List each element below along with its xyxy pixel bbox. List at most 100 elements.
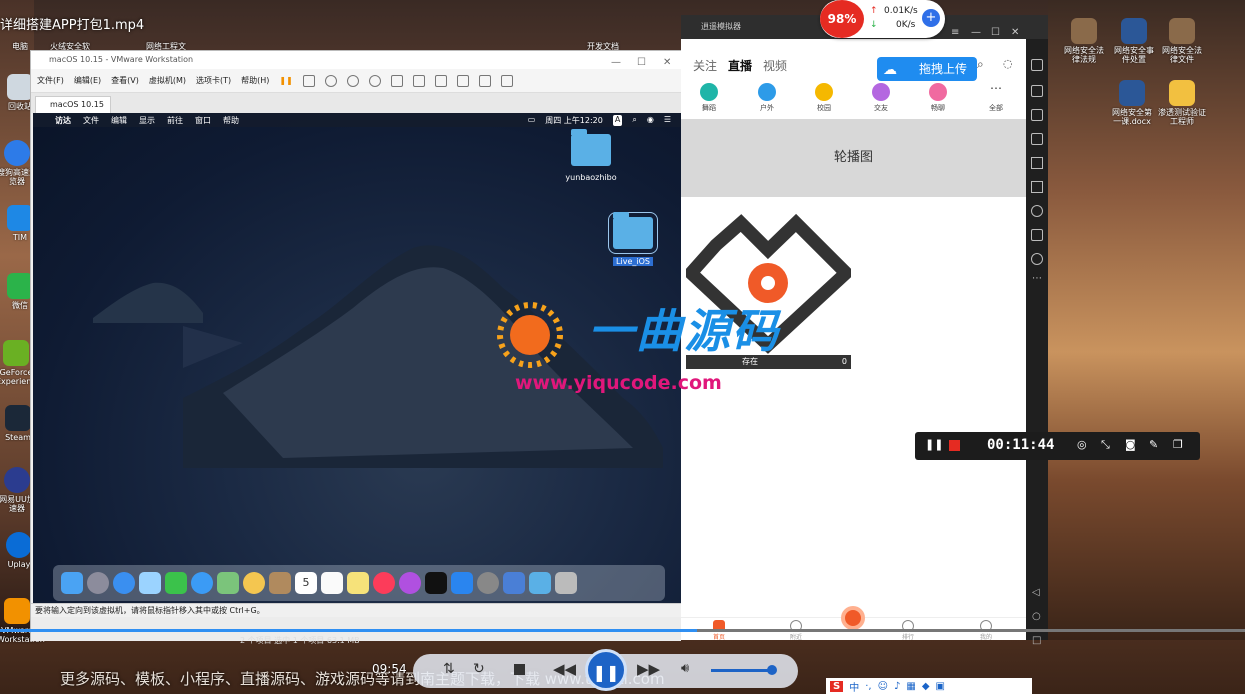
nav-golive[interactable] bbox=[833, 606, 873, 630]
tab-video[interactable]: 视频 bbox=[763, 57, 787, 74]
mac-menu-view[interactable]: 显示 bbox=[139, 115, 155, 126]
camera-icon[interactable]: ◙ bbox=[1125, 438, 1136, 451]
ime-punct-icon[interactable]: ·, bbox=[865, 681, 871, 692]
forward-icon[interactable]: ▶▶ bbox=[637, 660, 660, 678]
menu-tabs[interactable]: 选项卡(T) bbox=[196, 75, 231, 86]
folder-icon[interactable] bbox=[608, 212, 658, 254]
podcasts-icon[interactable] bbox=[399, 572, 421, 594]
ime-tools-icon[interactable]: ▣ bbox=[936, 681, 945, 692]
trash-icon[interactable] bbox=[555, 572, 577, 594]
menu-view[interactable]: 查看(V) bbox=[111, 75, 139, 86]
restore-icon[interactable] bbox=[346, 74, 359, 87]
pause-button[interactable]: ❚❚ bbox=[585, 649, 627, 691]
maps-icon[interactable] bbox=[217, 572, 239, 594]
more-icon[interactable]: ⋯ bbox=[1032, 273, 1042, 284]
volume-up-icon[interactable] bbox=[1031, 157, 1043, 169]
category-all[interactable]: ⋯ 全部 bbox=[976, 82, 1016, 113]
replay-icon[interactable]: ↻ bbox=[473, 661, 485, 677]
fullscreen-icon[interactable] bbox=[1031, 59, 1043, 71]
mac-menu-file[interactable]: 文件 bbox=[83, 115, 99, 126]
thumbnail-icon[interactable] bbox=[412, 74, 425, 87]
stretch-icon[interactable] bbox=[500, 74, 513, 87]
desktop-icon-folder[interactable]: 渗透测试验证工程师 bbox=[1158, 80, 1206, 126]
mac-menu-help[interactable]: 帮助 bbox=[223, 115, 239, 126]
safari-icon[interactable] bbox=[113, 572, 135, 594]
window-icon[interactable]: ❐ bbox=[1173, 438, 1183, 451]
mac-menu-finder[interactable]: 访达 bbox=[55, 115, 71, 126]
xcode-icon[interactable] bbox=[503, 572, 525, 594]
ime-mic-icon[interactable]: ♪ bbox=[894, 681, 900, 692]
folder-icon[interactable] bbox=[1031, 229, 1043, 241]
message-icon[interactable]: ◌ bbox=[1003, 57, 1013, 70]
launchpad-icon[interactable] bbox=[87, 572, 109, 594]
location-icon[interactable] bbox=[1031, 205, 1043, 217]
category-chat[interactable]: 畅聊 bbox=[918, 83, 958, 113]
manage-icon[interactable] bbox=[368, 74, 381, 87]
menu-edit[interactable]: 编辑(E) bbox=[74, 75, 101, 86]
recents-icon[interactable]: □ bbox=[1032, 635, 1041, 646]
apk-icon[interactable] bbox=[1031, 109, 1043, 121]
volume-icon[interactable]: 🔊︎ bbox=[681, 661, 689, 676]
stop-icon[interactable] bbox=[514, 664, 525, 675]
music-icon[interactable] bbox=[373, 572, 395, 594]
airplay-icon[interactable]: ▭ bbox=[528, 115, 536, 126]
desktop-icon-doc2[interactable]: 网络安全事件处置 bbox=[1112, 18, 1156, 64]
mac-menu-window[interactable]: 窗口 bbox=[195, 115, 211, 126]
sogou-icon[interactable]: S bbox=[830, 680, 844, 692]
sidebar-icon[interactable] bbox=[390, 74, 403, 87]
desktop-icon-word[interactable]: 网络安全第一课.docx bbox=[1110, 80, 1154, 126]
volume-down-icon[interactable] bbox=[1031, 181, 1043, 193]
stop-icon[interactable] bbox=[949, 440, 960, 451]
upload-button[interactable]: ☁ 拖拽上传 bbox=[877, 57, 977, 81]
category-dance[interactable]: 舞蹈 bbox=[689, 83, 729, 113]
category-outdoor[interactable]: 户外 bbox=[747, 83, 787, 113]
reminders-icon[interactable] bbox=[321, 572, 343, 594]
macos-screen[interactable]: 访达 文件 编辑 显示 前往 窗口 帮助 ▭ 周四 上午12:20 A ⌕ ◉ … bbox=[33, 113, 681, 603]
back-icon[interactable]: ◁ bbox=[1032, 587, 1040, 598]
siri-icon[interactable]: ◉ bbox=[647, 115, 654, 126]
region-icon[interactable]: ◎ bbox=[1077, 438, 1087, 451]
tv-icon[interactable] bbox=[425, 572, 447, 594]
input-source-icon[interactable]: A bbox=[612, 114, 623, 126]
mac-menu-go[interactable]: 前往 bbox=[167, 115, 183, 126]
tab-follow[interactable]: 关注 bbox=[693, 57, 717, 74]
rewind-icon[interactable]: ◀◀ bbox=[553, 660, 576, 678]
fullscreen-icon[interactable] bbox=[434, 74, 447, 87]
notes-icon[interactable] bbox=[347, 572, 369, 594]
menu-help[interactable]: 帮助(H) bbox=[241, 75, 269, 86]
tab-macos[interactable]: macOS 10.15 × bbox=[35, 96, 111, 124]
calendar-icon[interactable]: 5 bbox=[295, 572, 317, 594]
pause-icon[interactable]: ❚❚ bbox=[279, 76, 292, 85]
console-icon[interactable] bbox=[478, 74, 491, 87]
home-icon[interactable]: ○ bbox=[1032, 611, 1041, 622]
menu-file[interactable]: 文件(F) bbox=[37, 75, 64, 86]
desktop-icon-doc1[interactable]: 网络安全法律法规 bbox=[1062, 18, 1106, 64]
ime-keyboard-icon[interactable]: ▦ bbox=[906, 681, 915, 692]
contacts-icon[interactable] bbox=[269, 572, 291, 594]
finder-icon[interactable] bbox=[61, 572, 83, 594]
ime-emoji-icon[interactable]: ☺ bbox=[878, 681, 888, 692]
messages-icon[interactable] bbox=[191, 572, 213, 594]
facetime-icon[interactable] bbox=[165, 572, 187, 594]
pause-icon[interactable]: ❚❚ bbox=[925, 438, 943, 451]
shuffle-icon[interactable]: ⇅ bbox=[443, 661, 455, 677]
mac-menu-edit[interactable]: 编辑 bbox=[111, 115, 127, 126]
desktop-icon-doc3[interactable]: 网络安全法律文件 bbox=[1160, 18, 1204, 64]
volume-slider[interactable] bbox=[711, 669, 773, 672]
volume-handle[interactable] bbox=[767, 665, 777, 675]
control-center-icon[interactable]: ☰ bbox=[664, 115, 671, 126]
menu-vm[interactable]: 虚拟机(M) bbox=[149, 75, 186, 86]
resize-icon[interactable]: ⤡ bbox=[1101, 438, 1110, 452]
unity-icon[interactable] bbox=[456, 74, 469, 87]
tab-live[interactable]: 直播 bbox=[728, 57, 752, 74]
banner[interactable]: 轮播图 bbox=[681, 119, 1026, 197]
mail-icon[interactable] bbox=[139, 572, 161, 594]
settings-icon[interactable] bbox=[1031, 253, 1043, 265]
photos-icon[interactable] bbox=[243, 572, 265, 594]
send-keys-icon[interactable] bbox=[302, 74, 315, 87]
downloads-icon[interactable] bbox=[529, 572, 551, 594]
search-icon[interactable]: ⌕ bbox=[977, 57, 984, 72]
pen-icon[interactable]: ✎ bbox=[1149, 438, 1158, 451]
spotlight-icon[interactable]: ⌕ bbox=[632, 115, 636, 126]
ime-skin-icon[interactable]: ◆ bbox=[922, 681, 930, 692]
